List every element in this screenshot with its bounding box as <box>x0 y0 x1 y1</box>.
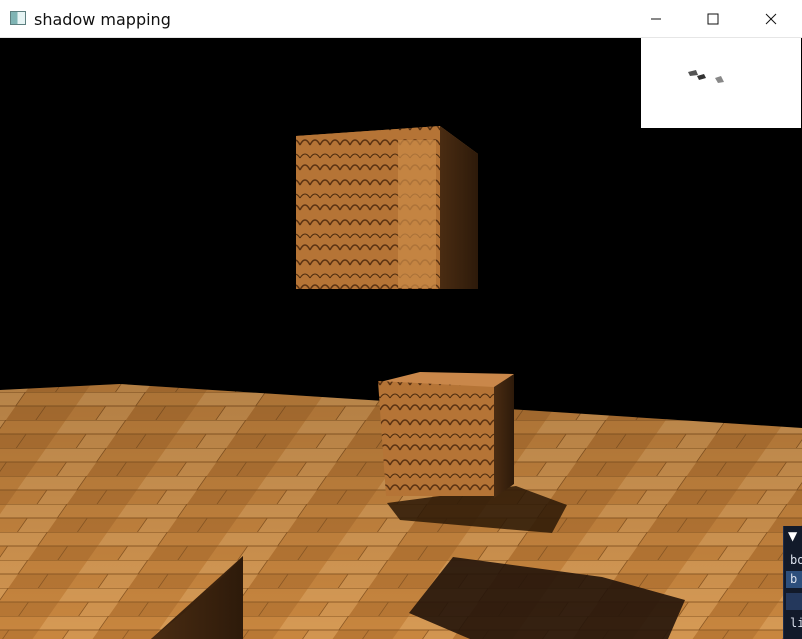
gui-label-2: b <box>790 572 798 586</box>
ground-cube <box>378 372 514 498</box>
collapse-arrow-icon[interactable]: ▼ <box>788 530 797 542</box>
shadow-map-preview <box>641 38 801 128</box>
minimize-icon <box>651 18 661 20</box>
gui-label-1: bo <box>790 553 802 567</box>
app-window: shadow mapping ▼ bo b li <box>0 0 802 639</box>
debug-gui-panel[interactable]: ▼ bo b li <box>783 526 802 639</box>
close-button[interactable] <box>742 0 800 38</box>
scene-render <box>0 126 802 639</box>
depth-map-render <box>688 70 724 83</box>
app-window-icon <box>10 11 26 25</box>
close-icon <box>765 13 777 25</box>
gui-slider-row[interactable] <box>786 593 802 610</box>
title-bar[interactable]: shadow mapping <box>0 0 802 38</box>
gui-label-3: li <box>790 616 802 630</box>
maximize-icon <box>707 13 719 25</box>
window-title: shadow mapping <box>34 10 171 29</box>
maximize-button[interactable] <box>684 0 742 38</box>
minimize-button[interactable] <box>627 0 685 38</box>
floating-cube <box>296 126 478 289</box>
3d-viewport[interactable] <box>0 38 802 639</box>
